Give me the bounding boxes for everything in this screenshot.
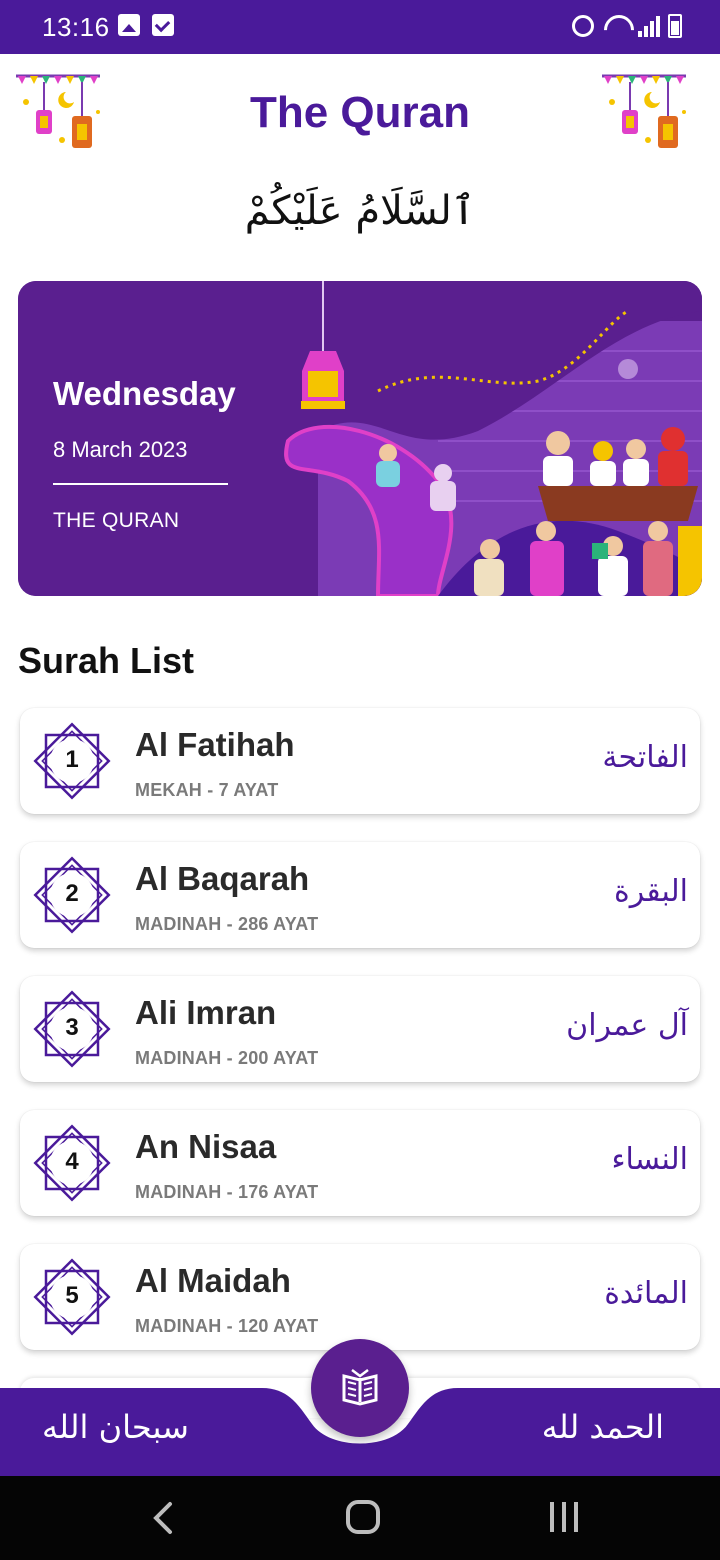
surah-name: Al Baqarah — [135, 860, 310, 897]
surah-meta: MADINAH - 176 AYAT — [135, 1182, 319, 1202]
battery-icon — [668, 14, 682, 38]
surah-card-4[interactable]: 4 An Nisaa MADINAH - 176 AYAT النساء — [20, 1110, 700, 1216]
surah-meta: MADINAH - 120 AYAT — [135, 1316, 319, 1336]
surah-number-badge: 2 — [30, 853, 114, 937]
surah-number: 5 — [65, 1282, 79, 1309]
surah-name: Ali Imran — [135, 994, 277, 1031]
surah-number-badge: 4 — [30, 1121, 114, 1205]
signal-icon — [638, 15, 660, 37]
surah-card-2[interactable]: 2 Al Baqarah MADINAH - 286 AYAT البقرة — [20, 842, 700, 948]
image-icon — [118, 14, 140, 36]
hero-subtitle: THE QURAN — [53, 509, 180, 532]
surah-arabic-name: النساء — [611, 1142, 688, 1177]
greeting-text: ٱلسَّلَامُ عَلَيْكُمْ — [244, 188, 476, 234]
app-title: The Quran — [249, 88, 471, 137]
back-icon[interactable] — [150, 1500, 176, 1536]
hero-day: Wednesday — [53, 375, 236, 412]
quran-fab-button[interactable] — [311, 1339, 409, 1437]
surah-list-title: Surah List — [18, 640, 195, 681]
surah-list: 1 Al Fatihah MEKAH - 7 AYAT الفاتحة 2 Al… — [20, 708, 700, 1378]
surah-number: 2 — [65, 880, 79, 907]
status-bar: 13:16 — [0, 0, 720, 54]
surah-number: 3 — [65, 1014, 79, 1041]
hero-date: 8 March 2023 — [53, 437, 188, 462]
nav-alhamdulillah[interactable]: الحمد لله — [542, 1408, 664, 1446]
surah-name: An Nisaa — [135, 1128, 277, 1165]
surah-card-1[interactable]: 1 Al Fatihah MEKAH - 7 AYAT الفاتحة — [20, 708, 700, 814]
surah-number-badge: 1 — [30, 719, 114, 803]
surah-name: Al Maidah — [135, 1262, 291, 1299]
screen: 13:16 The Quran ٱلسَّلَامُ عَلَيْكُمْ We… — [0, 0, 720, 1560]
surah-meta: MADINAH - 286 AYAT — [135, 914, 319, 934]
surah-card-5[interactable]: 5 Al Maidah MADINAH - 120 AYAT المائدة — [20, 1244, 700, 1350]
surah-name: Al Fatihah — [135, 726, 295, 763]
status-time: 13:16 — [42, 12, 110, 42]
status-system-icons — [572, 14, 682, 38]
surah-arabic-name: المائدة — [604, 1276, 688, 1311]
surah-meta: MADINAH - 200 AYAT — [135, 1048, 319, 1068]
checkbox-icon — [152, 14, 174, 36]
surah-number: 1 — [65, 746, 79, 773]
recent-apps-icon[interactable] — [550, 1502, 578, 1532]
status-notification-icons — [118, 14, 174, 36]
surah-number-badge: 3 — [30, 987, 114, 1071]
surah-arabic-name: الفاتحة — [602, 740, 688, 775]
surah-number: 4 — [65, 1148, 79, 1175]
surah-arabic-name: آل عمران — [566, 1008, 688, 1043]
wifi-icon — [602, 15, 630, 37]
system-nav-bar — [0, 1476, 720, 1560]
surah-card-3[interactable]: 3 Ali Imran MADINAH - 200 AYAT آل عمران — [20, 976, 700, 1082]
surah-number-badge: 5 — [30, 1255, 114, 1339]
home-icon[interactable] — [346, 1500, 380, 1534]
surah-meta: MEKAH - 7 AYAT — [135, 780, 279, 800]
date-banner-card: Wednesday 8 March 2023 THE QURAN — [18, 281, 702, 596]
surah-arabic-name: البقرة — [614, 874, 688, 909]
hero-divider — [53, 483, 228, 485]
quran-book-icon — [342, 1369, 378, 1406]
nav-subhanallah[interactable]: سبحان الله — [42, 1408, 189, 1446]
alarm-icon — [572, 15, 594, 37]
